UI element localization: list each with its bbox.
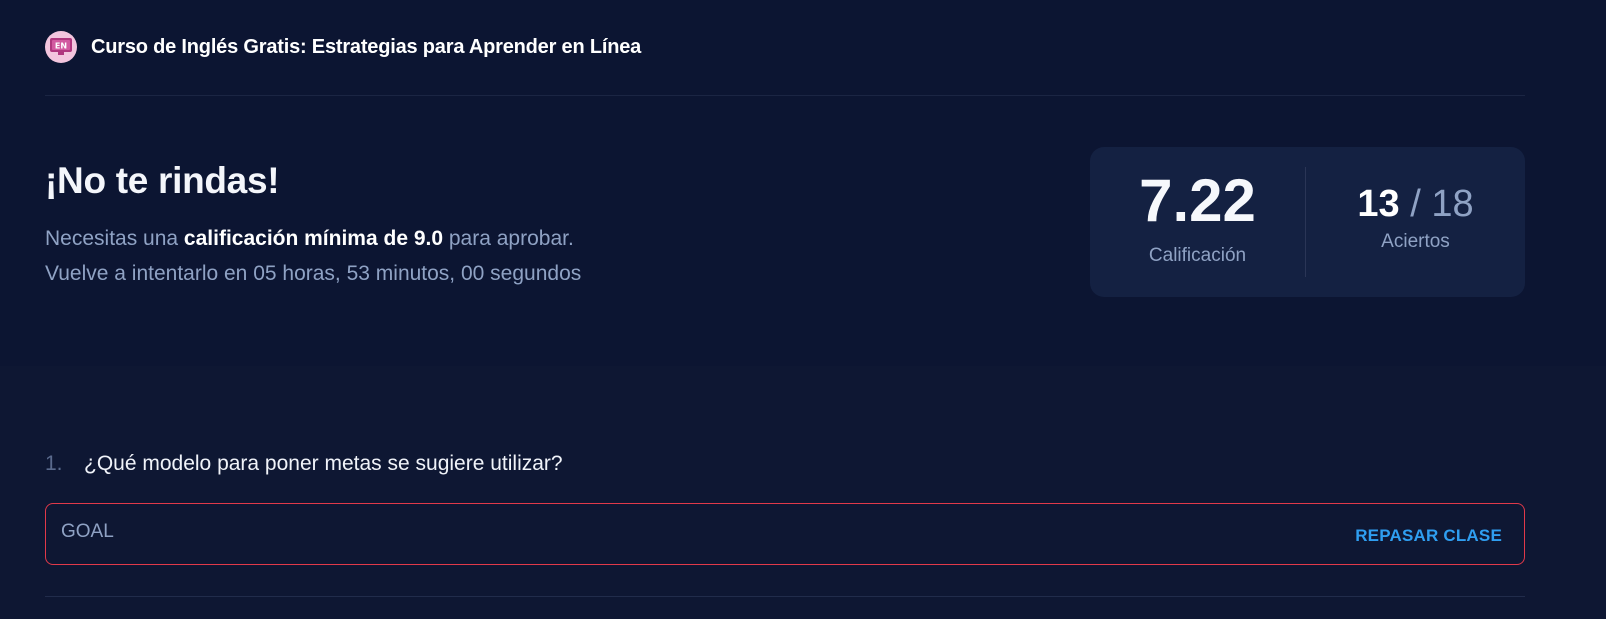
svg-text:EN: EN <box>55 42 67 51</box>
question-divider <box>45 596 1525 597</box>
hits-slash: / <box>1399 183 1432 225</box>
grade-value: 7.22 <box>1139 167 1256 234</box>
hits-total: 18 <box>1431 183 1474 225</box>
min-grade-value: calificación mínima de 9.0 <box>183 227 444 250</box>
min-grade-suffix: para aprobar. <box>443 227 574 250</box>
review-class-link[interactable]: REPASAR CLASE <box>1355 526 1502 546</box>
question-item: 1. ¿Qué modelo para poner metas se sugie… <box>45 452 563 476</box>
hits-label: Aciertos <box>1381 231 1450 252</box>
course-title[interactable]: Curso de Inglés Gratis: Estrategias para… <box>91 36 641 59</box>
header-divider <box>45 95 1525 96</box>
hits-block: 13 / 18 Aciertos <box>1306 185 1525 253</box>
course-header: EN Curso de Inglés Gratis: Estrategias p… <box>45 27 641 67</box>
hits-count: 13 / 18 <box>1306 185 1525 223</box>
answer-incorrect-box: GOAL REPASAR CLASE <box>45 503 1525 565</box>
hits-correct: 13 <box>1357 183 1400 225</box>
question-text: ¿Qué modelo para poner metas se sugiere … <box>84 452 563 475</box>
retry-countdown: Vuelve a intentarlo en 05 horas, 53 minu… <box>45 262 582 285</box>
en-badge-icon: EN <box>50 38 72 55</box>
grade-block: 7.22 Calificación <box>1090 171 1305 267</box>
result-title: ¡No te rindas! <box>45 160 280 201</box>
english-course-icon: EN <box>45 31 77 63</box>
selected-answer: GOAL <box>61 521 114 542</box>
question-number: 1. <box>45 452 63 475</box>
min-grade-prefix: Necesitas una <box>45 227 184 250</box>
grade-label: Calificación <box>1148 245 1247 266</box>
min-grade-message: Necesitas una calificación mínima de 9.0… <box>45 227 574 251</box>
score-card: 7.22 Calificación 13 / 18 Aciertos <box>1090 147 1525 297</box>
